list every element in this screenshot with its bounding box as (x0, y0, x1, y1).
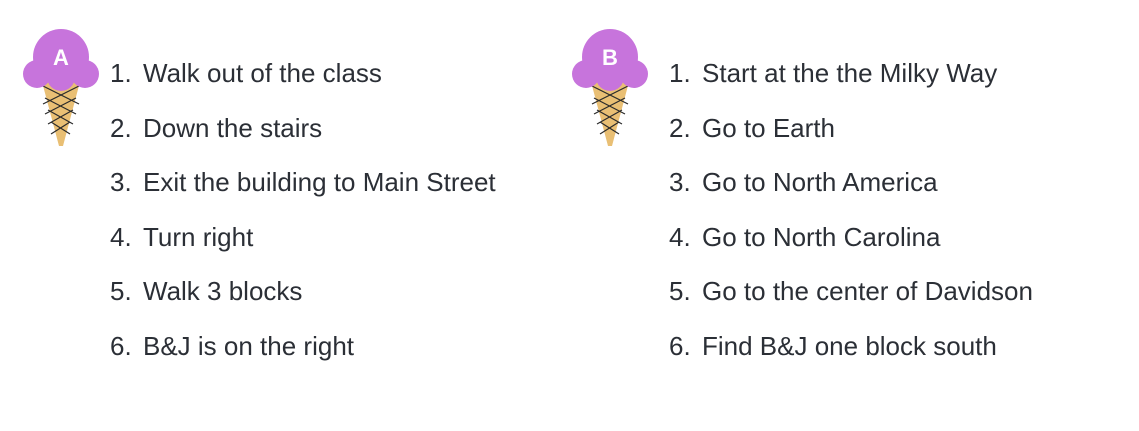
route-label: A (53, 45, 69, 70)
list-item: 4. Go to North Carolina (669, 210, 1033, 265)
step-text: Start at the the Milky Way (702, 58, 998, 89)
step-text: Go to the center of Davidson (702, 276, 1033, 307)
step-text: Go to Earth (702, 112, 835, 143)
list-item: 4. Turn right (110, 210, 496, 265)
step-number: 6. (110, 330, 132, 361)
step-number: 2. (669, 112, 691, 143)
step-number: 6. (669, 330, 691, 361)
route-b-steps: 1. Start at the the Milky Way 2. Go to Ear… (669, 46, 1033, 373)
list-item: 3. Go to North America (669, 155, 1033, 210)
step-text: Down the stairs (143, 112, 323, 143)
step-number: 4. (110, 221, 132, 252)
step-number: 1. (669, 58, 691, 89)
step-text: Find B&J one block south (702, 330, 997, 361)
step-text: B&J is on the right (143, 330, 354, 361)
step-number: 5. (110, 276, 132, 307)
list-item: 1. Walk out of the class (110, 46, 496, 101)
list-item: 6. B&J is on the right (110, 319, 496, 374)
list-item: 6. Find B&J one block south (669, 319, 1033, 374)
list-item: 2. Down the stairs (110, 101, 496, 156)
route-a-steps: 1. Walk out of the class 2. Down the stair… (110, 46, 496, 373)
step-text: Go to North Carolina (702, 221, 941, 252)
step-number: 4. (669, 221, 691, 252)
step-text: Exit the building to Main Street (143, 167, 496, 198)
step-text: Go to North America (702, 167, 938, 198)
step-number: 3. (110, 167, 132, 198)
step-text: Walk 3 blocks (143, 276, 303, 307)
step-number: 2. (110, 112, 132, 143)
list-item: 2. Go to Earth (669, 101, 1033, 156)
ice-cream-cone-icon: A (23, 29, 99, 146)
step-number: 1. (110, 58, 132, 89)
step-number: 3. (669, 167, 691, 198)
route-label: B (602, 45, 618, 70)
list-item: 3. Exit the building to Main Street (110, 155, 496, 210)
step-text: Walk out of the class (143, 58, 382, 89)
list-item: 5. Go to the center of Davidson (669, 264, 1033, 319)
step-number: 5. (669, 276, 691, 307)
list-item: 1. Start at the the Milky Way (669, 46, 1033, 101)
ice-cream-cone-icon: B (572, 29, 648, 146)
step-text: Turn right (143, 221, 254, 252)
list-item: 5. Walk 3 blocks (110, 264, 496, 319)
